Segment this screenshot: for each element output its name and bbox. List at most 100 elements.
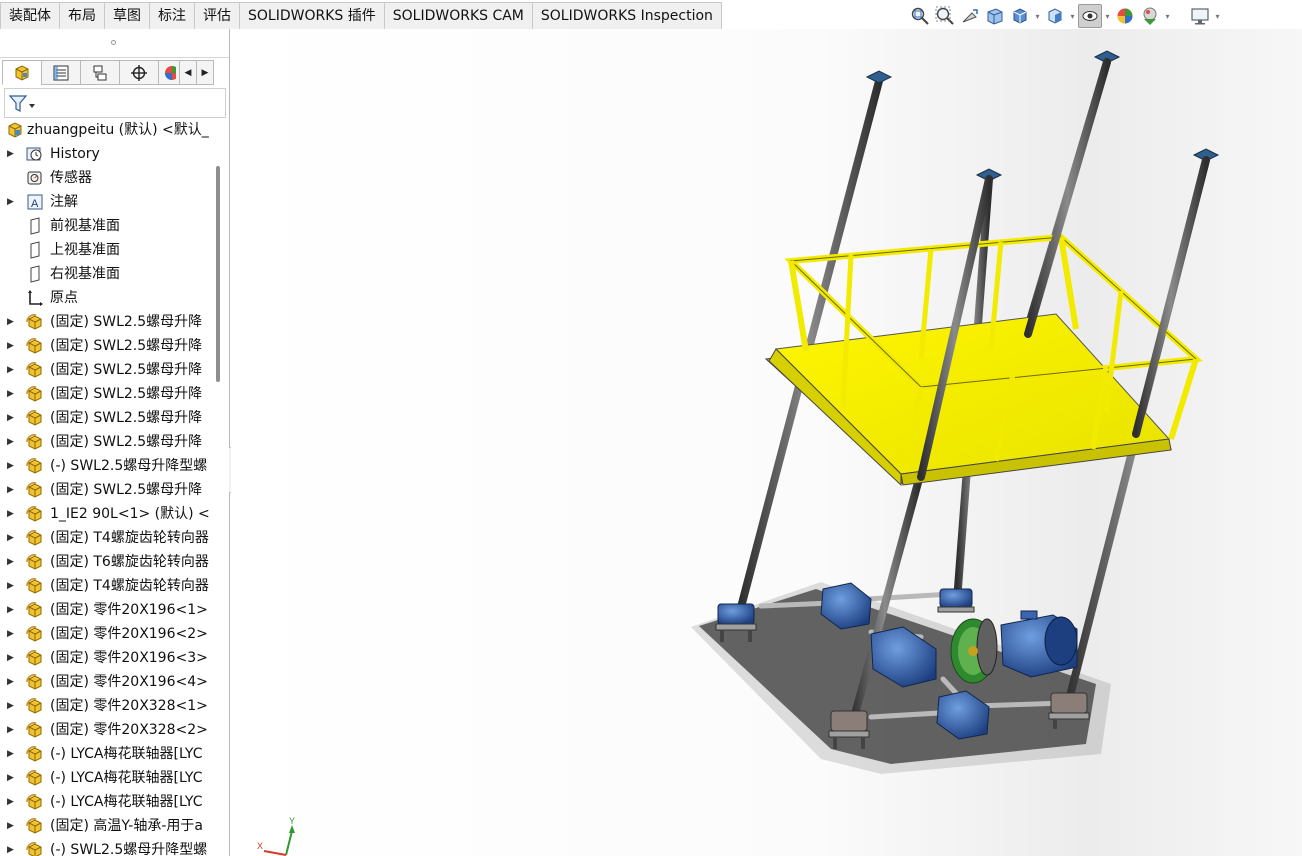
tree-item[interactable]: ▶ (-) SWL2.5螺母升降型螺 bbox=[0, 454, 215, 478]
tree-item[interactable]: ▶ (固定) SWL2.5螺母升降 bbox=[0, 430, 215, 454]
expand-arrow-icon[interactable]: ▶ bbox=[7, 694, 17, 718]
expand-arrow-icon[interactable]: ▶ bbox=[7, 622, 17, 646]
panel-splitter-handle[interactable] bbox=[111, 40, 116, 45]
expand-arrow-icon[interactable]: ▶ bbox=[7, 814, 17, 838]
expand-arrow-icon[interactable]: ▶ bbox=[7, 766, 17, 790]
tab-evaluate[interactable]: 评估 bbox=[194, 2, 240, 29]
tab-sketch[interactable]: 草图 bbox=[104, 2, 150, 29]
hide-show-dropdown-icon[interactable]: ▾ bbox=[1103, 4, 1112, 28]
expand-arrow-icon[interactable]: ▶ bbox=[7, 718, 17, 742]
subassembly-icon bbox=[26, 481, 44, 499]
expand-arrow-icon[interactable]: ▶ bbox=[7, 526, 17, 550]
tree-item[interactable]: ▶ (固定) 零件20X196<1> bbox=[0, 598, 215, 622]
tree-item[interactable]: ▶ (-) LYCA梅花联轴器[LYC bbox=[0, 742, 215, 766]
tab-solidworks-inspection[interactable]: SOLIDWORKS Inspection bbox=[531, 2, 722, 29]
tree-item[interactable]: ▶ (固定) T4螺旋齿轮转向器 bbox=[0, 526, 215, 550]
tree-item[interactable]: ▶ (固定) 零件20X328<1> bbox=[0, 694, 215, 718]
expand-arrow-icon[interactable]: ▶ bbox=[7, 310, 17, 334]
tab-solidworks-cam[interactable]: SOLIDWORKS CAM bbox=[383, 2, 533, 29]
tab-scroll-right-icon[interactable]: ▶ bbox=[196, 60, 214, 85]
expand-arrow-icon[interactable]: ▶ bbox=[7, 574, 17, 598]
view-orientation-icon[interactable] bbox=[1008, 4, 1032, 28]
expand-arrow-icon[interactable]: ▶ bbox=[7, 598, 17, 622]
expand-arrow-icon[interactable]: ▶ bbox=[7, 430, 17, 454]
expand-arrow-icon[interactable]: ▶ bbox=[7, 406, 17, 430]
expand-arrow-icon[interactable]: ▶ bbox=[7, 142, 17, 166]
tree-item[interactable]: ▶ (固定) SWL2.5螺母升降 bbox=[0, 358, 215, 382]
display-style-icon[interactable] bbox=[1043, 4, 1067, 28]
expand-arrow-icon[interactable]: ▶ bbox=[7, 382, 17, 406]
tree-item[interactable]: 原点 bbox=[0, 286, 215, 310]
expand-arrow-icon[interactable]: ▶ bbox=[7, 550, 17, 574]
tree-item[interactable]: ▶ (固定) 零件20X196<3> bbox=[0, 646, 215, 670]
view-settings-dropdown-icon[interactable]: ▾ bbox=[1213, 4, 1222, 28]
apply-scene-dropdown-icon[interactable]: ▾ bbox=[1163, 4, 1172, 28]
tree-item-label: 1_IE2 90L<1> (默认) < bbox=[50, 506, 210, 522]
graphics-area[interactable] bbox=[231, 29, 1302, 856]
tree-item[interactable]: 上视基准面 bbox=[0, 238, 215, 262]
tree-item[interactable]: ▶ (-) LYCA梅花联轴器[LYC bbox=[0, 790, 215, 814]
tab-markup[interactable]: 标注 bbox=[149, 2, 195, 29]
expand-arrow-icon[interactable]: ▶ bbox=[7, 454, 17, 478]
expand-arrow-icon[interactable]: ▶ bbox=[7, 646, 17, 670]
filter-icon[interactable] bbox=[9, 94, 37, 114]
expand-arrow-icon[interactable]: ▶ bbox=[7, 358, 17, 382]
featuremanager-tab-icon[interactable] bbox=[2, 60, 42, 85]
expand-arrow-icon[interactable]: ▶ bbox=[7, 190, 17, 214]
tree-item[interactable]: ▶ (固定) T6螺旋齿轮转向器 bbox=[0, 550, 215, 574]
tree-item[interactable]: ▶ (固定) SWL2.5螺母升降 bbox=[0, 310, 215, 334]
tree-item-label: History bbox=[50, 146, 100, 162]
tree-item[interactable]: ▶ (固定) 零件20X328<2> bbox=[0, 718, 215, 742]
view-settings-icon[interactable] bbox=[1188, 4, 1212, 28]
assembly-root-icon bbox=[6, 121, 24, 139]
tree-item-label: (固定) SWL2.5螺母升降 bbox=[50, 338, 203, 354]
tab-layout[interactable]: 布局 bbox=[59, 2, 105, 29]
tree-item[interactable]: 传感器 bbox=[0, 166, 215, 190]
zoom-to-area-icon[interactable] bbox=[933, 4, 957, 28]
svg-text:A: A bbox=[31, 198, 39, 210]
display-manager-tab-icon[interactable] bbox=[158, 60, 180, 85]
edit-appearance-icon[interactable] bbox=[1113, 4, 1137, 28]
tree-scrollbar[interactable] bbox=[216, 166, 220, 382]
configurationmanager-tab-icon[interactable] bbox=[80, 60, 120, 85]
expand-arrow-icon[interactable]: ▶ bbox=[7, 670, 17, 694]
tree-item-label: (固定) SWL2.5螺母升降 bbox=[50, 314, 203, 330]
tree-item[interactable]: ▶ History bbox=[0, 142, 215, 166]
tree-item[interactable]: ▶ A 注解 bbox=[0, 190, 215, 214]
tree-item[interactable]: ▶ (固定) 零件20X196<2> bbox=[0, 622, 215, 646]
tree-item[interactable]: ▶ (固定) 高温Y-轴承-用于a bbox=[0, 814, 215, 838]
expand-arrow-icon[interactable]: ▶ bbox=[7, 742, 17, 766]
tree-item[interactable]: ▶ (固定) SWL2.5螺母升降 bbox=[0, 334, 215, 358]
tree-item[interactable]: 前视基准面 bbox=[0, 214, 215, 238]
tree-item[interactable]: ▶ 1_IE2 90L<1> (默认) < bbox=[0, 502, 215, 526]
tab-scroll-left-icon[interactable]: ◀ bbox=[179, 60, 197, 85]
tree-item[interactable]: ▶ (-) LYCA梅花联轴器[LYC bbox=[0, 766, 215, 790]
tree-item[interactable]: ▶ (固定) 零件20X196<4> bbox=[0, 670, 215, 694]
hide-show-items-icon[interactable] bbox=[1078, 4, 1102, 28]
expand-arrow-icon[interactable]: ▶ bbox=[7, 478, 17, 502]
expand-arrow-icon[interactable]: ▶ bbox=[7, 334, 17, 358]
expand-arrow-icon[interactable]: ▶ bbox=[7, 838, 17, 856]
tree-item[interactable]: ▶ (固定) SWL2.5螺母升降 bbox=[0, 382, 215, 406]
propertymanager-tab-icon[interactable] bbox=[41, 60, 81, 85]
tree-item-label: (固定) 高温Y-轴承-用于a bbox=[50, 818, 203, 834]
dimxpert-tab-icon[interactable] bbox=[119, 60, 159, 85]
tab-solidworks-addins[interactable]: SOLIDWORKS 插件 bbox=[239, 2, 385, 29]
zoom-to-fit-icon[interactable] bbox=[908, 4, 932, 28]
view-orientation-dropdown-icon[interactable]: ▾ bbox=[1033, 4, 1042, 28]
tree-root-assembly[interactable]: zhuangpeitu (默认) <默认_ bbox=[0, 118, 215, 142]
tree-item[interactable]: ▶ (-) SWL2.5螺母升降型螺 bbox=[0, 838, 215, 856]
subassembly-icon bbox=[26, 769, 44, 787]
tree-item[interactable]: 右视基准面 bbox=[0, 262, 215, 286]
tab-assembly[interactable]: 装配体 bbox=[0, 2, 60, 29]
previous-view-icon[interactable] bbox=[958, 4, 982, 28]
expand-arrow-icon[interactable]: ▶ bbox=[7, 790, 17, 814]
section-view-icon[interactable] bbox=[983, 4, 1007, 28]
tree-filter[interactable] bbox=[4, 88, 226, 118]
tree-item[interactable]: ▶ (固定) T4螺旋齿轮转向器 bbox=[0, 574, 215, 598]
tree-item[interactable]: ▶ (固定) SWL2.5螺母升降 bbox=[0, 406, 215, 430]
apply-scene-icon[interactable] bbox=[1138, 4, 1162, 28]
display-style-dropdown-icon[interactable]: ▾ bbox=[1068, 4, 1077, 28]
tree-item[interactable]: ▶ (固定) SWL2.5螺母升降 bbox=[0, 478, 215, 502]
expand-arrow-icon[interactable]: ▶ bbox=[7, 502, 17, 526]
